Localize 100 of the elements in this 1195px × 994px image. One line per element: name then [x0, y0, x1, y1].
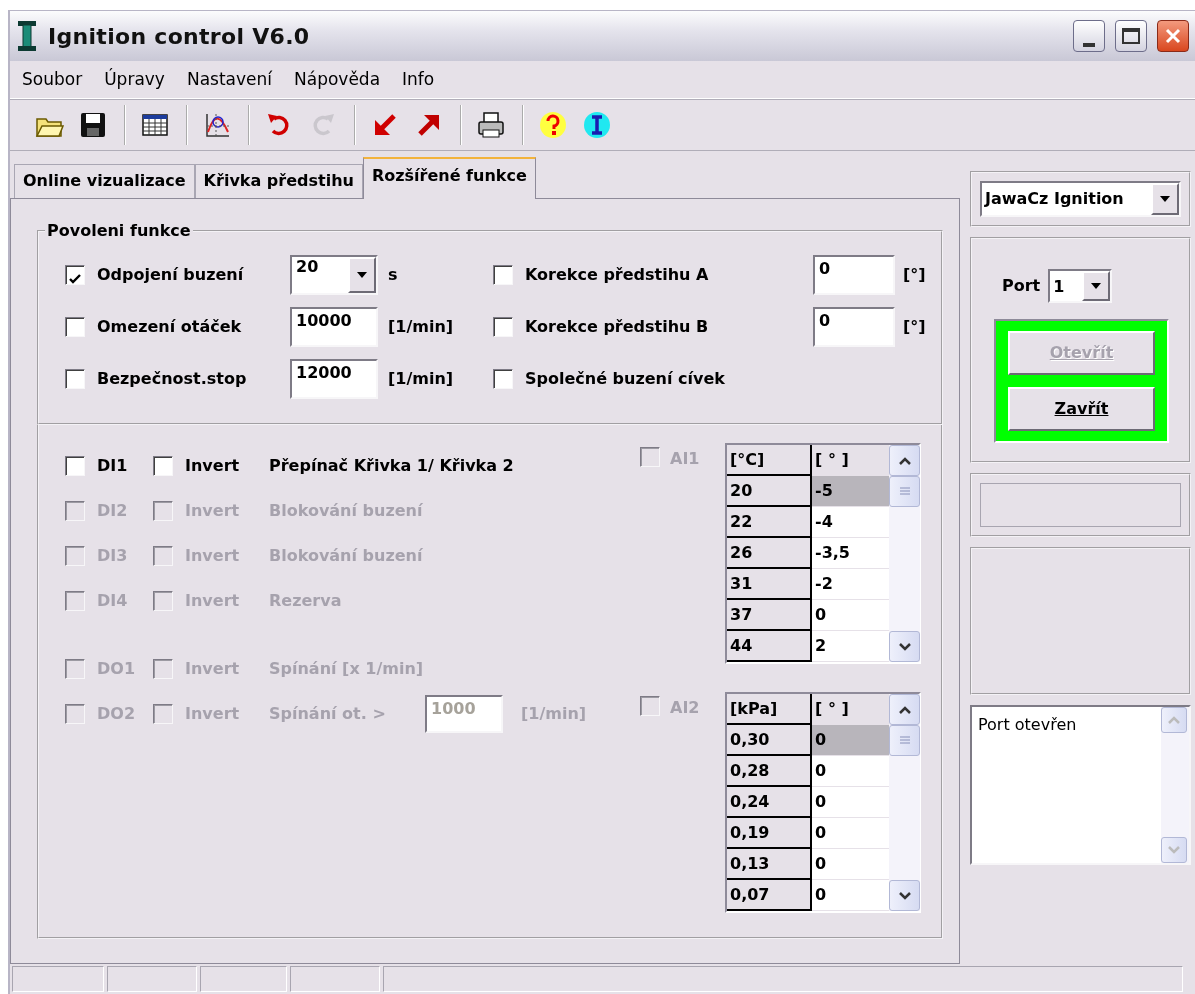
row-header: 22 [727, 507, 812, 538]
checkbox-label: Invert [185, 454, 241, 477]
checkbox-label: DI3 [97, 544, 129, 567]
scroll-thumb[interactable] [889, 725, 920, 756]
checkbox-label: Invert [185, 499, 241, 522]
menu-item[interactable]: Nastavení [186, 64, 272, 95]
menu-item[interactable]: Soubor [22, 64, 83, 95]
row-header: 20 [727, 476, 812, 507]
checkbox-label: DI1 [97, 454, 129, 477]
checkbox[interactable] [65, 265, 85, 285]
chevron-down-icon [897, 641, 912, 652]
menu-item[interactable]: Úpravy [104, 64, 165, 95]
checkbox-label: Korekce předstihu A [525, 264, 710, 286]
info-icon[interactable] [582, 110, 612, 140]
tab[interactable]: Rozšířené funkce [362, 157, 536, 199]
row-header: 0,19 [727, 818, 812, 849]
checkbox-label: DO2 [97, 702, 136, 725]
description-label: Blokování buzení [269, 499, 424, 522]
input-field[interactable]: 0 [813, 307, 895, 347]
port-label: Port [1002, 275, 1041, 297]
grip-icon [898, 735, 911, 746]
row-header: 0,07 [727, 880, 812, 911]
checkbox-label: DO1 [97, 657, 136, 680]
row-header: 0,30 [727, 725, 812, 756]
row-header: 31 [727, 569, 812, 600]
checkbox-label: Korekce předstihu B [525, 316, 710, 338]
port-button[interactable]: Zavřít [1008, 387, 1155, 431]
log-text: Port otevřen [977, 714, 1078, 736]
description-label: Přepínač Křivka 1/ Křivka 2 [269, 454, 515, 477]
checkbox-label: AI1 [670, 448, 701, 470]
row-header: 0,24 [727, 787, 812, 818]
row-header: 26 [727, 538, 812, 569]
unit-label: s [387, 264, 399, 286]
checkbox-label: Invert [185, 702, 241, 725]
caret-icon [356, 271, 368, 279]
input-field: 1000 [425, 694, 503, 733]
column-header: [kPa] [727, 694, 812, 725]
scroll-thumb[interactable] [889, 476, 920, 507]
description-label: Blokování buzení [269, 544, 424, 567]
checkbox[interactable] [153, 455, 173, 476]
printer-icon[interactable] [476, 110, 506, 140]
checkbox-label: AI2 [670, 697, 701, 719]
row-header: 44 [727, 631, 812, 662]
checkbox-label: Invert [185, 544, 241, 567]
column-header: [ ° ] [812, 445, 889, 476]
close-icon [1164, 27, 1182, 45]
tab[interactable]: Křivka předstihu [194, 164, 363, 198]
minimize-button[interactable] [1073, 20, 1105, 52]
checkbox-label: Invert [185, 657, 241, 680]
grip-icon [898, 486, 911, 497]
menu-item[interactable]: Info [402, 64, 435, 95]
description-label: Rezerva [269, 589, 343, 612]
unit-label: [1/min] [520, 702, 588, 725]
window-title: Ignition control V6.0 [48, 22, 310, 51]
minimize-icon [1083, 43, 1095, 47]
unit-label: [°] [902, 316, 927, 338]
checkbox-label: Invert [185, 589, 241, 612]
close-button[interactable] [1157, 20, 1189, 52]
group-title: Povoleni funkce [46, 223, 192, 239]
column-header: [°C] [727, 445, 812, 476]
chevron-up-icon [897, 704, 912, 715]
checkbox-label: Bezpečnost.stop [97, 368, 248, 390]
unit-label: [1/min] [387, 368, 455, 390]
scroll-up-button[interactable] [889, 445, 920, 476]
dropdown[interactable]: 1 [1048, 269, 1113, 303]
chevron-down-icon [897, 890, 912, 901]
floppy-icon[interactable] [78, 110, 108, 140]
help-icon[interactable] [538, 110, 568, 140]
checkbox[interactable] [65, 369, 85, 389]
dropdown[interactable]: 20 [290, 255, 378, 295]
unit-label: [°] [902, 264, 927, 286]
row-header: 0,13 [727, 849, 812, 880]
caret-icon [1159, 195, 1171, 203]
dropdown[interactable]: JawaCz Ignition [980, 181, 1181, 217]
description-label: Spínání [x 1/min] [269, 657, 425, 680]
maximize-icon [1122, 28, 1140, 44]
chevron-up-icon [897, 455, 912, 466]
checkbox[interactable] [65, 317, 85, 337]
tab[interactable]: Online vizualizace [14, 164, 195, 198]
scroll-down-button[interactable] [889, 880, 920, 911]
chevron-down-icon [1167, 845, 1181, 855]
checkbox-label: Společné buzení cívek [525, 368, 726, 390]
row-header: 0,28 [727, 756, 812, 787]
scroll-up-button[interactable] [889, 694, 920, 725]
input-field[interactable]: 10000 [290, 307, 378, 347]
checkbox-label: Odpojení buzení [97, 264, 245, 286]
menu-item[interactable]: Nápověda [294, 64, 381, 95]
checkbox[interactable] [65, 455, 85, 476]
checkbox-label: Omezení otáček [97, 316, 243, 338]
scroll-down-button[interactable] [889, 631, 920, 662]
checkbox-label: DI2 [97, 499, 129, 522]
chevron-up-icon [1167, 715, 1181, 725]
checkbox[interactable] [493, 369, 513, 389]
input-field[interactable]: 12000 [290, 359, 378, 399]
checkbox[interactable] [493, 265, 513, 285]
column-header: [ ° ] [812, 694, 889, 725]
input-field[interactable]: 0 [813, 255, 895, 295]
maximize-button[interactable] [1115, 20, 1147, 52]
row-header: 37 [727, 600, 812, 631]
checkbox[interactable] [493, 317, 513, 337]
